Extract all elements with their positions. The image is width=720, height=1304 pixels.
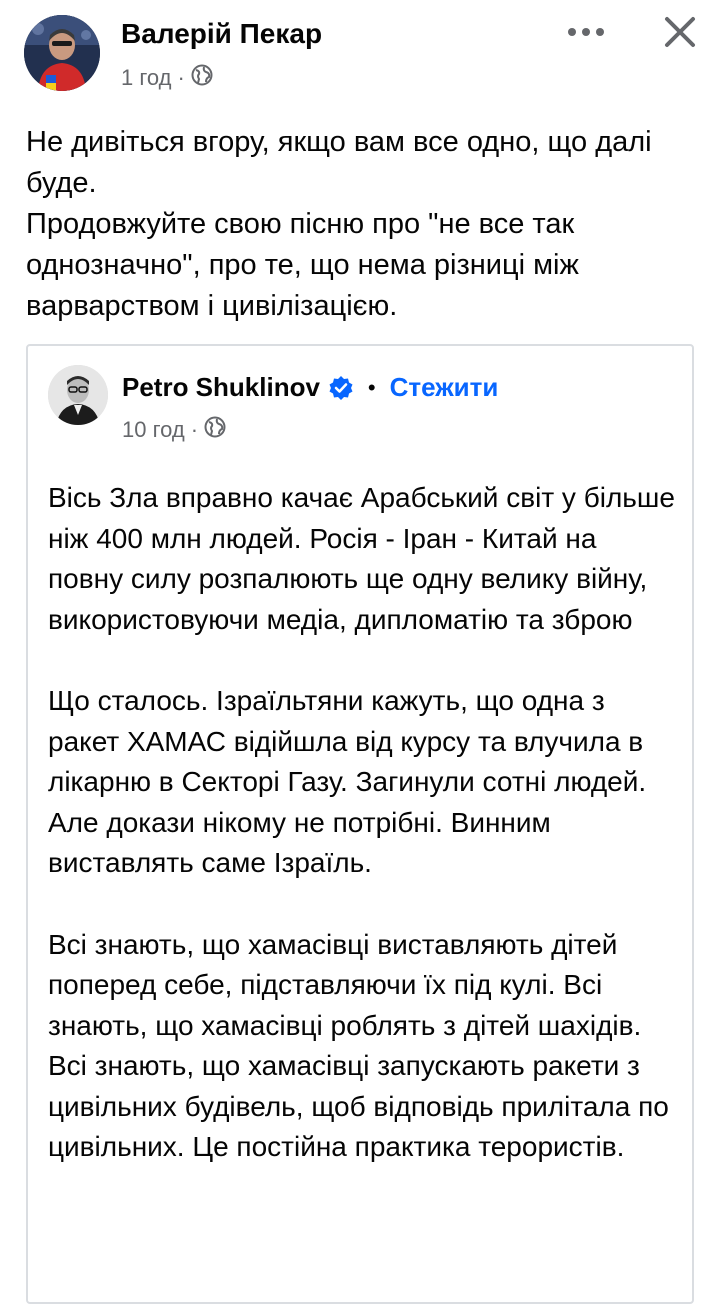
name-separator: • — [367, 374, 376, 400]
shared-post-time[interactable]: 10 год — [122, 417, 185, 443]
meta-dot: · — [177, 65, 185, 90]
post-line: Продовжуйте свою пісню про "не все так о… — [26, 208, 579, 322]
shared-name-row: Petro Shuklinov • Стежити — [122, 372, 498, 403]
close-icon — [665, 17, 695, 47]
shared-post-meta: 10 год · — [122, 416, 226, 444]
close-button[interactable] — [656, 8, 704, 56]
globe-icon — [191, 64, 213, 92]
post-text: Не дивіться вгору, якщо вам все одно, що… — [26, 122, 696, 327]
author-avatar[interactable] — [24, 15, 100, 91]
shared-paragraph: Всі знають, що хамасівці виставляють діт… — [48, 928, 669, 1163]
shared-post-card[interactable]: Petro Shuklinov • Стежити 10 год · Вісь … — [26, 344, 694, 1304]
shared-author-name[interactable]: Petro Shuklinov — [122, 372, 320, 403]
globe-icon — [204, 416, 226, 444]
post-time[interactable]: 1 год — [121, 65, 171, 91]
post-meta: 1 год · — [121, 64, 213, 92]
shared-paragraph: Що сталось. Ізраїльтяни кажуть, що одна … — [48, 685, 647, 878]
post-header: Валерій Пекар 1 год · — [0, 0, 720, 110]
more-options-button[interactable] — [562, 14, 610, 50]
shared-post-body: Вісь Зла вправно качає Арабський світ у … — [48, 478, 678, 1209]
meta-dot: · — [190, 417, 199, 442]
post-line: Не дивіться вгору, якщо вам все одно, що… — [26, 126, 652, 199]
follow-button[interactable]: Стежити — [390, 372, 499, 403]
author-name[interactable]: Валерій Пекар — [121, 18, 322, 50]
more-horizontal-icon — [568, 28, 604, 36]
shared-paragraph: Вісь Зла вправно качає Арабський світ у … — [48, 482, 675, 635]
verified-badge-icon — [328, 375, 354, 401]
shared-author-avatar[interactable] — [48, 365, 108, 425]
